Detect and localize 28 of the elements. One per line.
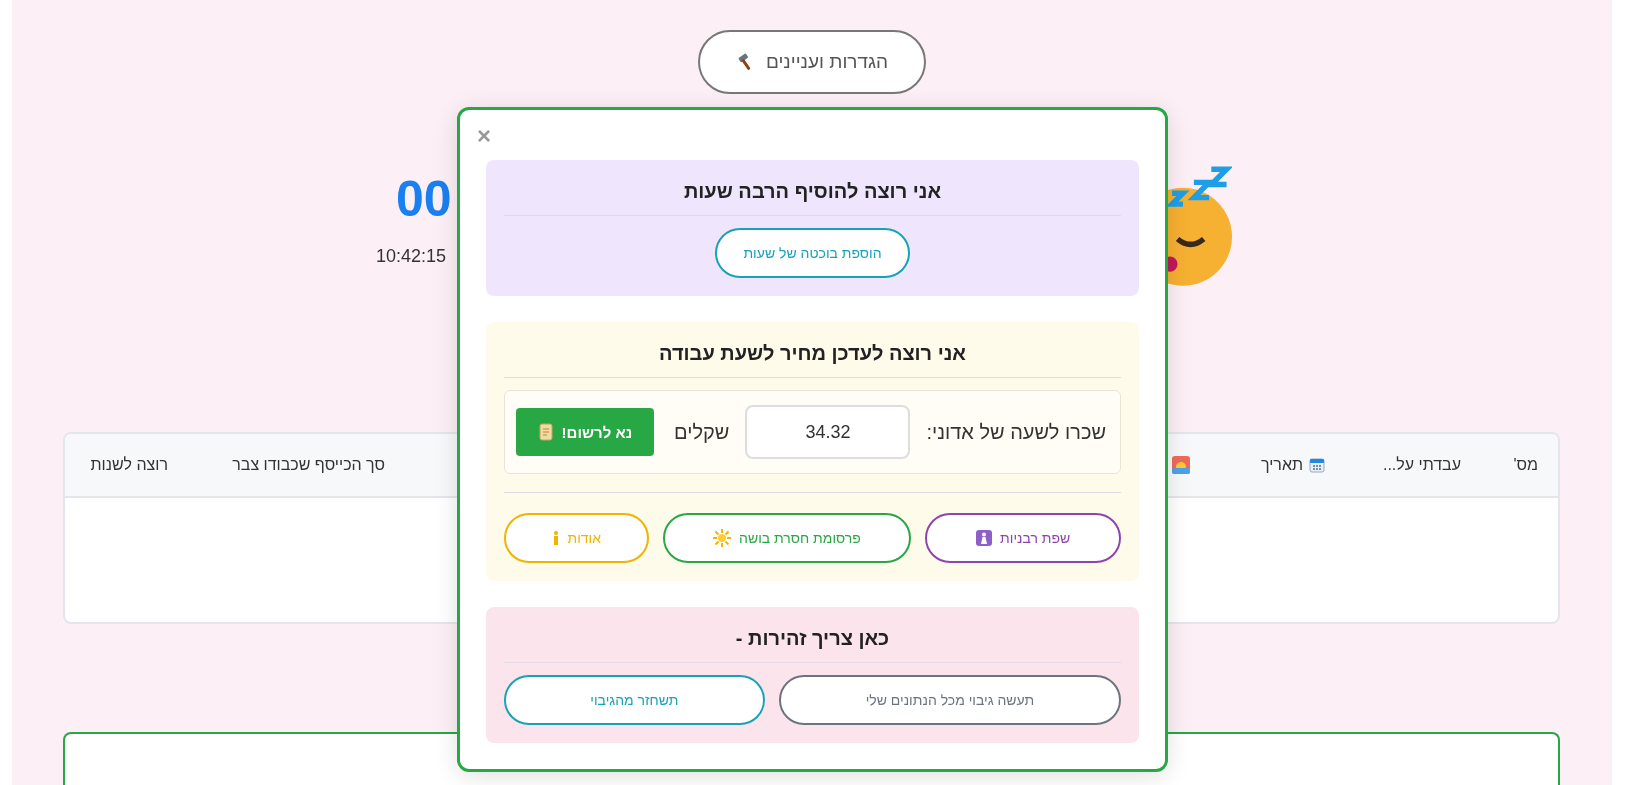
clock-time: 10:42:15: [376, 246, 448, 267]
woman-icon: [976, 530, 993, 546]
section-title: אני רוצה להוסיף הרבה שעות: [682, 180, 943, 203]
sunrise-icon: [1172, 456, 1190, 474]
section-title: אני רוצה לעדכן מחיר לשעת עבודה: [658, 342, 967, 365]
column-header: עבדתי על...: [1382, 456, 1461, 474]
info-icon: [551, 531, 560, 545]
scroll-icon: [537, 423, 554, 441]
outline-button[interactable]: שפת רבניות: [925, 513, 1121, 563]
sun-icon: [713, 529, 732, 547]
close-button[interactable]: ×: [477, 124, 491, 148]
outline-button[interactable]: פרסומת חסרת בושה: [662, 513, 912, 563]
calendar-icon: [1309, 457, 1325, 473]
counter-value: 00: [396, 170, 452, 228]
outline-button[interactable]: הוספת בוכטה של שעות: [715, 228, 910, 278]
column-header: מס': [1513, 456, 1538, 474]
outline-button[interactable]: אודות: [504, 513, 649, 563]
column-header: סך הכייסף שכבודו צבר: [232, 456, 385, 474]
outline-button[interactable]: תעשה גיבוי מכל הנתונים שלי: [778, 675, 1121, 725]
settings-button[interactable]: הגדרות ועניינים: [697, 30, 927, 94]
rate-label: שכרו לשעה של אדוני:: [926, 420, 1106, 444]
rate-input[interactable]: 34.32: [745, 405, 911, 459]
column-header: תאריך: [1260, 456, 1325, 474]
outline-button[interactable]: תשחזר מהגיבוי: [504, 675, 765, 725]
section-title: כאן צריך זהירות -: [734, 627, 891, 650]
currency-label: שקלים: [674, 420, 730, 444]
save-button[interactable]: נא לרשום!: [515, 408, 655, 456]
column-header: רוצה לשנות: [90, 456, 168, 474]
